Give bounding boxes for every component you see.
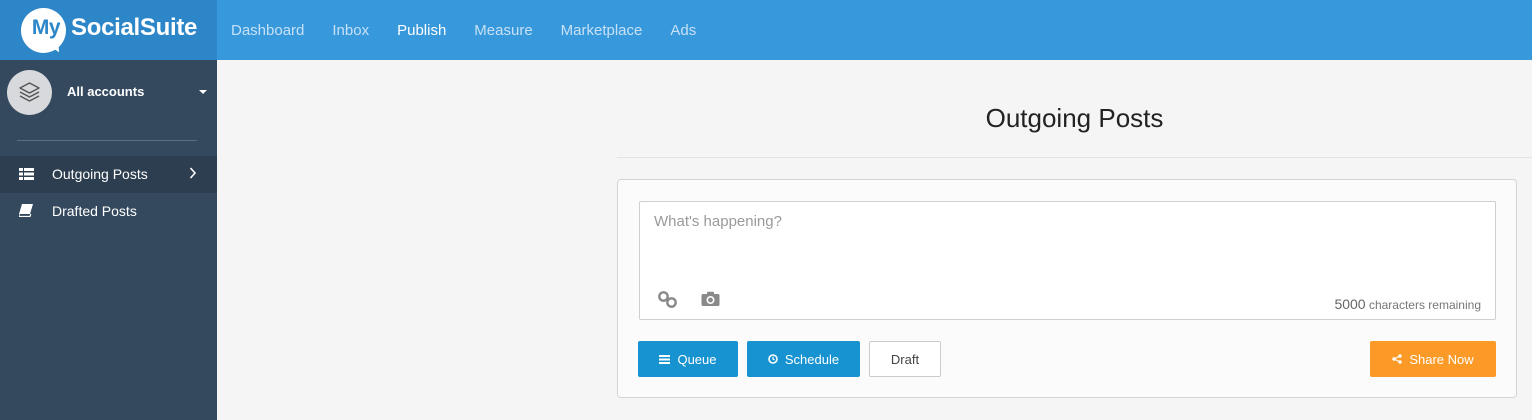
nav-ads[interactable]: Ads	[670, 22, 696, 39]
character-counter: 5000 characters remaining	[1334, 296, 1481, 312]
book-icon	[18, 204, 33, 220]
title-divider	[617, 157, 1532, 158]
nav-measure[interactable]: Measure	[474, 22, 532, 39]
sidebar-divider	[17, 140, 197, 141]
queue-button[interactable]: Queue	[638, 341, 738, 377]
account-avatar[interactable]	[7, 70, 52, 115]
main-nav: Dashboard Inbox Publish Measure Marketpl…	[231, 0, 724, 60]
character-count-number: 5000	[1334, 296, 1366, 312]
sidebar-item-outgoing-posts[interactable]: Outgoing Posts	[0, 156, 217, 193]
sidebar-item-drafted-posts[interactable]: Drafted Posts	[0, 193, 217, 230]
draft-button[interactable]: Draft	[869, 341, 941, 377]
link-icon[interactable]	[657, 290, 679, 315]
share-now-button-label: Share Now	[1409, 351, 1474, 367]
share-icon	[1392, 354, 1403, 364]
logo-my-text: My	[31, 16, 61, 39]
page-title: Outgoing Posts	[985, 103, 1164, 133]
post-text-input[interactable]: What's happening? 5000 characters remain…	[639, 201, 1496, 320]
sidebar-item-label: Outgoing Posts	[52, 166, 148, 182]
chevron-right-icon	[189, 166, 197, 183]
account-selector[interactable]: All accounts	[67, 84, 144, 99]
nav-dashboard[interactable]: Dashboard	[231, 22, 304, 39]
character-count-suffix: characters remaining	[1368, 298, 1481, 312]
camera-icon[interactable]	[701, 291, 720, 312]
logo[interactable]: My SocialSuite	[0, 0, 217, 60]
logo-wordmark: SocialSuite	[71, 14, 198, 41]
queue-button-label: Queue	[677, 351, 717, 367]
post-composer: What's happening? 5000 characters remain…	[617, 179, 1517, 398]
nav-publish[interactable]: Publish	[397, 22, 446, 39]
top-navigation-bar: My SocialSuite Dashboard Inbox Publish M…	[0, 0, 1532, 60]
sidebar: All accounts Outgoing Posts Drafted Post…	[0, 60, 217, 420]
list-icon	[19, 167, 34, 183]
clock-icon	[768, 354, 778, 364]
nav-marketplace[interactable]: Marketplace	[561, 22, 643, 39]
sidebar-item-label: Drafted Posts	[52, 203, 137, 219]
nav-inbox[interactable]: Inbox	[332, 22, 369, 39]
layers-icon	[19, 82, 40, 102]
schedule-button-label: Schedule	[784, 351, 840, 367]
share-now-button[interactable]: Share Now	[1370, 341, 1496, 377]
post-placeholder: What's happening?	[654, 213, 782, 230]
caret-down-icon[interactable]	[199, 90, 207, 94]
list-icon	[659, 354, 671, 364]
schedule-button[interactable]: Schedule	[747, 341, 860, 377]
